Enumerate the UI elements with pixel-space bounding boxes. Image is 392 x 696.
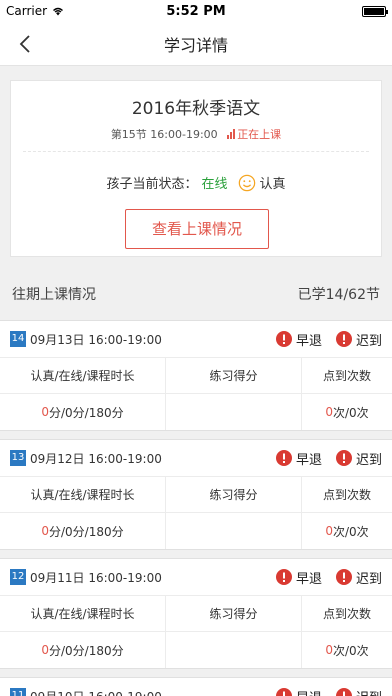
early-leave-tag: 早退 bbox=[275, 449, 322, 468]
attention-value: 0 分/0分/180分 bbox=[0, 513, 166, 549]
exclamation-circle-icon bbox=[275, 688, 292, 696]
col-score-header: 练习得分 bbox=[166, 358, 302, 393]
battery-icon bbox=[361, 5, 388, 17]
lesson-number-badge: 13 bbox=[10, 450, 26, 466]
lesson-number-badge: 14 bbox=[10, 331, 26, 347]
record-header: 12 09月11日 16:00-19:00 早退 迟到 bbox=[0, 559, 392, 596]
record-values: 0 分/0分/180分 0 次/0次 bbox=[0, 513, 392, 549]
record-card[interactable]: 12 09月11日 16:00-19:00 早退 迟到 认真/在线/课程时长 练… bbox=[0, 558, 392, 669]
history-progress: 已学14/62节 bbox=[297, 287, 380, 303]
col-score-header: 练习得分 bbox=[166, 596, 302, 631]
record-date: 09月12日 16:00-19:00 bbox=[30, 451, 162, 466]
score-value bbox=[166, 513, 302, 549]
score-value bbox=[166, 632, 302, 668]
record-date: 09月13日 16:00-19:00 bbox=[30, 332, 162, 347]
record-card[interactable]: 14 09月13日 16:00-19:00 早退 迟到 认真/在线/课程时长 练… bbox=[0, 320, 392, 431]
col-attention-header: 认真/在线/课程时长 bbox=[0, 477, 166, 512]
carrier-label: Carrier bbox=[6, 4, 48, 18]
history-title: 往期上课情况 bbox=[12, 287, 96, 303]
rollcall-value: 0 次/0次 bbox=[325, 524, 369, 539]
exclamation-circle-icon bbox=[335, 450, 352, 466]
child-status-row: 孩子当前状态： 在线 认真 bbox=[11, 173, 381, 192]
divider bbox=[23, 151, 369, 152]
late-tag: 迟到 bbox=[335, 330, 382, 349]
col-rollcall-header: 点到次数 bbox=[322, 369, 371, 383]
live-status: 正在上课 bbox=[227, 128, 281, 141]
history-header: 往期上课情况 已学14/62节 bbox=[12, 284, 380, 304]
rollcall-value: 0 次/0次 bbox=[325, 405, 369, 420]
early-leave-label: 早退 bbox=[296, 687, 322, 696]
record-header: 14 09月13日 16:00-19:00 早退 迟到 bbox=[0, 321, 392, 358]
col-attention-header: 认真/在线/课程时长 bbox=[0, 358, 166, 393]
late-label: 迟到 bbox=[355, 333, 382, 349]
exclamation-circle-icon bbox=[275, 450, 292, 466]
record-columns: 认真/在线/课程时长 练习得分 点到次数 bbox=[0, 596, 392, 632]
col-score-header: 练习得分 bbox=[166, 477, 302, 512]
col-rollcall-header: 点到次数 bbox=[322, 607, 371, 621]
late-tag: 迟到 bbox=[335, 568, 382, 587]
exclamation-circle-icon bbox=[275, 331, 292, 347]
record-card[interactable]: 13 09月12日 16:00-19:00 早退 迟到 认真/在线/课程时长 练… bbox=[0, 439, 392, 550]
lesson-number-badge: 11 bbox=[10, 688, 26, 696]
col-attention-header: 认真/在线/课程时长 bbox=[0, 596, 166, 631]
attitude-status: 认真 bbox=[259, 177, 286, 192]
rollcall-value: 0 次/0次 bbox=[325, 643, 369, 658]
exclamation-circle-icon bbox=[335, 331, 352, 347]
session-time: 第15节 16:00-19:00 bbox=[110, 128, 218, 141]
exclamation-circle-icon bbox=[335, 688, 352, 696]
score-value bbox=[166, 394, 302, 430]
status-left: Carrier bbox=[6, 4, 126, 18]
early-leave-label: 早退 bbox=[295, 452, 322, 468]
early-leave-label: 早退 bbox=[295, 571, 322, 587]
course-card: 2016年秋季语文 第15节 16:00-19:00 正在上课 孩子当前状态： … bbox=[10, 80, 382, 257]
record-date: 09月11日 16:00-19:00 bbox=[30, 570, 162, 585]
record-date: 09月10日 16:00-19:00 bbox=[30, 688, 262, 696]
smile-icon bbox=[238, 174, 255, 191]
attention-value: 0 分/0分/180分 bbox=[0, 632, 166, 668]
late-label: 迟到 bbox=[356, 687, 382, 696]
live-status-label: 正在上课 bbox=[237, 128, 282, 141]
record-values: 0 分/0分/180分 0 次/0次 bbox=[0, 394, 392, 430]
attention-value: 0 分/0分/180分 bbox=[0, 394, 166, 430]
wifi-icon bbox=[53, 7, 64, 16]
course-title: 2016年秋季语文 bbox=[131, 99, 261, 119]
early-leave-tag: 早退 bbox=[275, 687, 322, 696]
record-card[interactable]: 11 09月10日 16:00-19:00 早退 迟到 bbox=[0, 677, 392, 696]
early-leave-tag: 早退 bbox=[275, 568, 322, 587]
late-tag: 迟到 bbox=[335, 687, 382, 696]
exclamation-circle-icon bbox=[335, 569, 352, 585]
late-label: 迟到 bbox=[355, 571, 382, 587]
col-rollcall-header: 点到次数 bbox=[322, 488, 371, 502]
status-time: 5:52 PM bbox=[166, 3, 226, 19]
status-right bbox=[266, 5, 388, 17]
record-header: 13 09月12日 16:00-19:00 早退 迟到 bbox=[0, 440, 392, 477]
nav-bar: 学习详情 bbox=[0, 22, 392, 66]
late-label: 迟到 bbox=[355, 452, 382, 468]
record-columns: 认真/在线/课程时长 练习得分 点到次数 bbox=[0, 358, 392, 394]
lesson-number-badge: 12 bbox=[10, 569, 26, 585]
view-class-button[interactable]: 查看上课情况 bbox=[125, 209, 269, 249]
record-columns: 认真/在线/课程时长 练习得分 点到次数 bbox=[0, 477, 392, 513]
status-bar: Carrier 5:52 PM bbox=[0, 0, 392, 22]
record-values: 0 分/0分/180分 0 次/0次 bbox=[0, 632, 392, 668]
online-status: 在线 bbox=[201, 177, 228, 192]
late-tag: 迟到 bbox=[335, 449, 382, 468]
early-leave-tag: 早退 bbox=[275, 330, 322, 349]
bar-chart-icon bbox=[227, 129, 236, 139]
exclamation-circle-icon bbox=[275, 569, 292, 585]
chevron-left-icon[interactable] bbox=[14, 32, 38, 56]
page-title: 学习详情 bbox=[163, 35, 228, 55]
early-leave-label: 早退 bbox=[295, 333, 322, 349]
child-status-label: 孩子当前状态： bbox=[106, 177, 198, 192]
course-meta: 第15节 16:00-19:00 正在上课 bbox=[11, 126, 381, 142]
record-header: 11 09月10日 16:00-19:00 早退 迟到 bbox=[0, 678, 392, 696]
